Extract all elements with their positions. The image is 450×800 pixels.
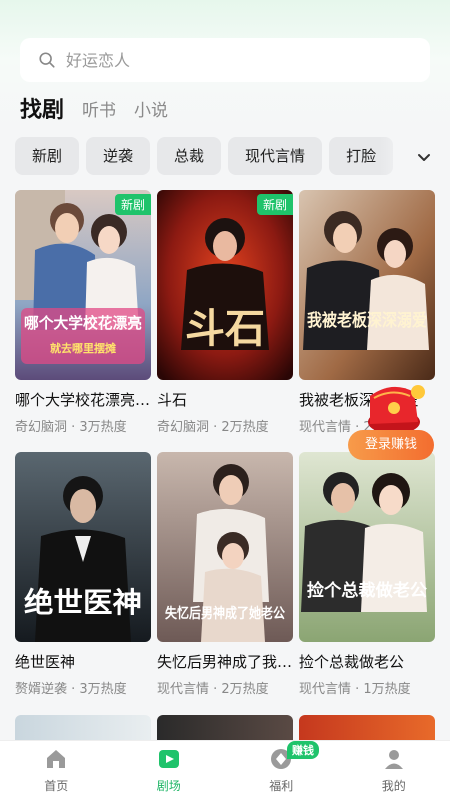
home-icon (47, 750, 66, 768)
nav-label: 我的 (381, 779, 406, 793)
card-meta: 现代言情 · 1万热度 (299, 682, 411, 697)
card-meta: 奇幻脑洞 · 3万热度 (15, 420, 127, 435)
nav-profile[interactable]: 我的 (338, 741, 450, 800)
earn-badge: 赚钱 (287, 741, 319, 759)
new-badge: 新剧 (114, 194, 151, 215)
chip-modern-romance[interactable]: 现代言情 (228, 137, 323, 175)
bottom-nav: 首页 剧场 赚钱 福利 我的 (0, 740, 450, 800)
red-envelope-icon (368, 385, 425, 434)
card-meta: 奇幻脑洞 · 2万热度 (157, 420, 269, 435)
chip-new[interactable]: 新剧 (15, 137, 80, 175)
chip-ceo[interactable]: 总裁 (157, 137, 222, 175)
drama-card[interactable]: 斗石 新剧 斗石 奇幻脑洞 · 2万热度 (157, 190, 293, 435)
drama-card[interactable]: 失忆后男神成了她老公 失忆后男神成了我老公 现代言情 · 2万热度 (157, 452, 293, 697)
drama-card[interactable]: 捡个总裁做老公 捡个总裁做老公 现代言情 · 1万热度 (299, 452, 435, 697)
poster-title-text: 我被老板深深溺爱 (307, 310, 427, 331)
card-title: 斗石 (157, 391, 188, 409)
new-badge: 新剧 (256, 194, 293, 215)
login-earn-button[interactable]: 登录赚钱 (348, 378, 434, 462)
card-meta: 现代言情 · 2万热度 (157, 682, 269, 697)
user-icon (384, 750, 403, 769)
chip-counterattack[interactable]: 逆袭 (86, 137, 151, 175)
poster-title-text: 绝世医神 (24, 586, 142, 619)
poster-image: 捡个总裁做老公 (299, 452, 435, 642)
tab-find-drama[interactable]: 找剧 (20, 96, 64, 126)
drama-card[interactable]: 哪个大学校花漂亮 就去哪里摆摊 新剧 哪个大学校花漂亮就去哪里摆摊 奇幻脑洞 ·… (15, 190, 151, 435)
poster-title-text: 斗石 (185, 305, 265, 352)
category-chips: 新剧 逆袭 总裁 现代言情 打脸 (15, 137, 415, 175)
card-title: 哪个大学校花漂亮就去哪里摆摊 (15, 391, 151, 409)
card-title: 捡个总裁做老公 (299, 653, 405, 671)
nav-theater[interactable]: 剧场 (113, 741, 226, 800)
poster-title-text: 失忆后男神成了她老公 (165, 605, 285, 622)
nav-label: 剧场 (156, 779, 181, 793)
chips-fade (380, 137, 412, 175)
top-tabs: 找剧 听书 小说 (20, 96, 168, 126)
card-title: 绝世医神 (15, 653, 76, 671)
play-icon (158, 750, 179, 768)
poster-image: 我被老板深深溺爱 (299, 190, 435, 380)
nav-label: 福利 (269, 779, 294, 793)
chevron-down-icon[interactable] (412, 145, 436, 169)
poster-image: 哪个大学校花漂亮 就去哪里摆摊 新剧 (15, 190, 151, 380)
nav-label: 首页 (44, 779, 69, 793)
poster-image: 斗石 新剧 (157, 190, 293, 380)
search-bar[interactable] (20, 38, 430, 82)
login-earn-label: 登录赚钱 (348, 430, 434, 460)
card-meta: 赘婿逆袭 · 3万热度 (15, 682, 127, 697)
tab-audiobook[interactable]: 听书 (82, 96, 116, 126)
card-title: 失忆后男神成了我老公 (157, 653, 293, 671)
nav-home[interactable]: 首页 (0, 741, 113, 800)
drama-card[interactable]: 绝世医神 绝世医神 赘婿逆袭 · 3万热度 (15, 452, 151, 697)
nav-welfare[interactable]: 赚钱 福利 (225, 741, 338, 800)
poster-image: 失忆后男神成了她老公 (157, 452, 293, 642)
search-icon (39, 52, 55, 68)
poster-image: 绝世医神 (15, 452, 151, 642)
poster-title-text: 捡个总裁做老公 (307, 580, 427, 601)
poster-title-text: 哪个大学校花漂亮 (24, 314, 142, 332)
poster-subtitle-text: 就去哪里摆摊 (50, 341, 116, 355)
tab-novel[interactable]: 小说 (134, 96, 168, 126)
search-input[interactable] (66, 50, 366, 70)
